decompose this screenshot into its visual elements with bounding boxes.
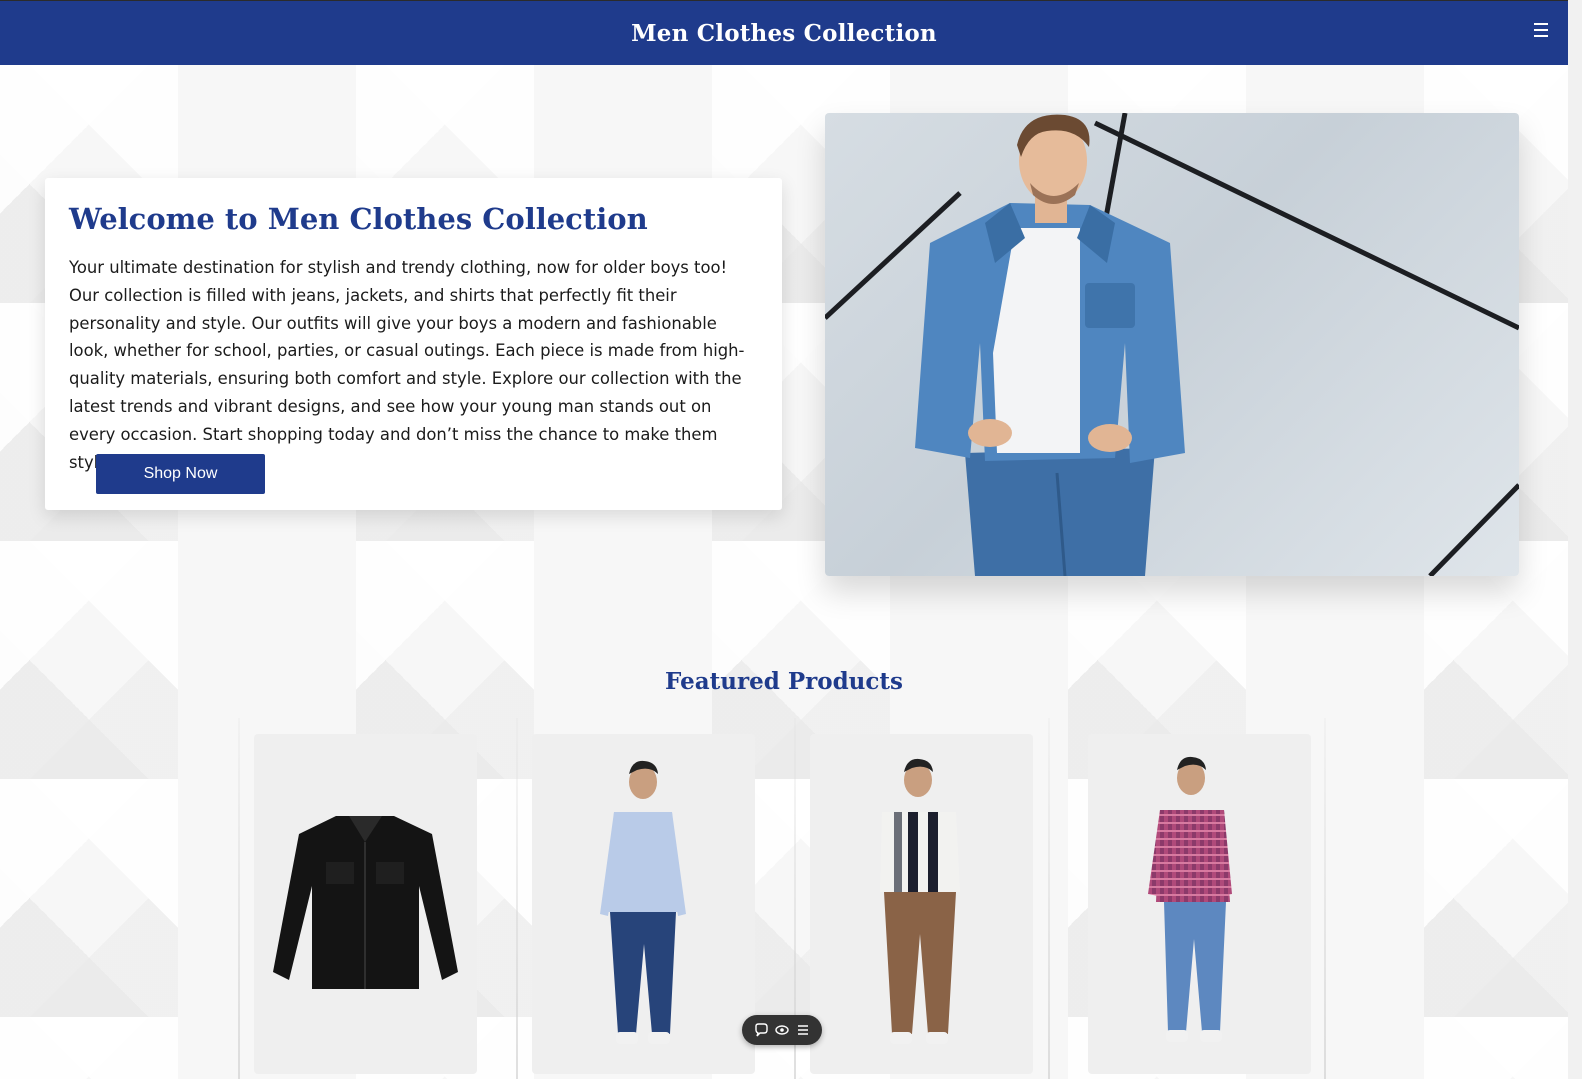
product-card-striped-polo[interactable] — [810, 734, 1033, 1074]
hero-image — [825, 113, 1519, 576]
product-card-check-shirt[interactable] — [1088, 734, 1311, 1074]
eye-icon[interactable] — [774, 1022, 790, 1038]
floating-toolbar — [742, 1015, 822, 1045]
product-card-blue-shirt[interactable] — [532, 734, 755, 1074]
product-image-striped-polo — [880, 758, 960, 1044]
chat-bubble-icon[interactable] — [753, 1022, 769, 1038]
hero-model-illustration — [825, 113, 1519, 576]
list-icon[interactable] — [795, 1022, 811, 1038]
site-header: Men Clothes Collection — [0, 0, 1568, 65]
site-title: Men Clothes Collection — [631, 19, 937, 47]
product-image-black-jacket — [273, 816, 458, 989]
product-image-blue-shirt — [600, 760, 686, 1044]
product-card-black-jacket[interactable] — [254, 734, 477, 1074]
featured-products-title: Featured Products — [665, 668, 903, 695]
hero-description: Your ultimate destination for stylish an… — [69, 258, 745, 472]
hero-heading: Welcome to Men Clothes Collection — [69, 202, 648, 236]
product-image-check-shirt — [1148, 756, 1232, 1042]
shop-now-button[interactable]: Shop Now — [96, 454, 265, 494]
hamburger-menu-icon[interactable] — [1534, 23, 1548, 37]
scrollbar[interactable] — [1568, 0, 1582, 1079]
